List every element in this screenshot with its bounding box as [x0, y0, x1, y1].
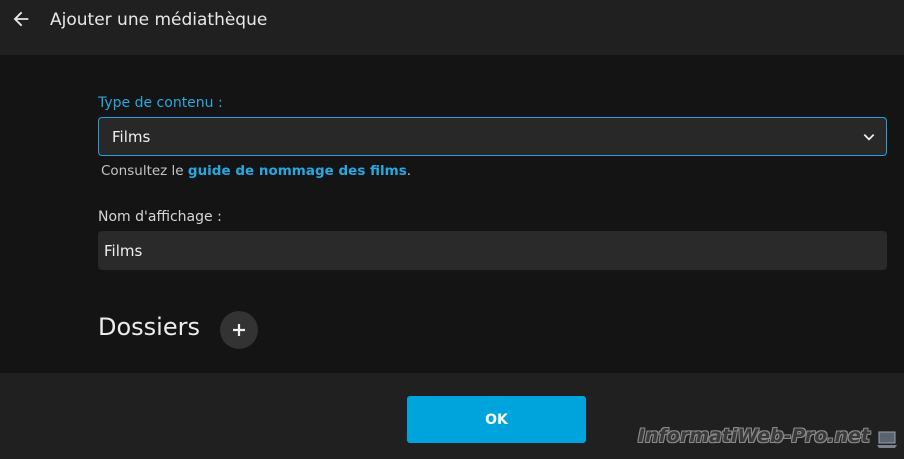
ok-button[interactable]: OK — [407, 396, 586, 443]
arrow-left-icon — [13, 11, 29, 27]
naming-guide-link[interactable]: guide de nommage des films — [188, 163, 407, 179]
form-content: Type de contenu : Films Consultez le gui… — [0, 55, 904, 373]
content-type-label: Type de contenu : — [98, 95, 223, 111]
folders-title: Dossiers — [98, 313, 200, 341]
display-name-label: Nom d'affichage : — [98, 209, 222, 225]
content-type-select[interactable]: Films — [98, 117, 887, 156]
dialog-footer: OK InformatiWeb-Pro.net — [0, 373, 904, 459]
help-prefix: Consultez le — [101, 163, 188, 179]
add-folder-button[interactable] — [220, 311, 258, 349]
dialog-header: Ajouter une médiathèque — [0, 0, 904, 55]
plus-icon — [233, 324, 245, 336]
content-type-value: Films — [112, 128, 151, 146]
help-suffix: . — [406, 163, 412, 179]
back-button[interactable] — [8, 6, 34, 32]
naming-help-text: Consultez le guide de nommage des films. — [101, 163, 411, 179]
watermark-text: InformatiWeb-Pro.net — [637, 425, 870, 447]
page-title: Ajouter une médiathèque — [50, 10, 268, 30]
chevron-down-icon — [863, 134, 875, 141]
laptop-logo-icon — [877, 431, 897, 448]
display-name-input[interactable] — [98, 231, 887, 270]
